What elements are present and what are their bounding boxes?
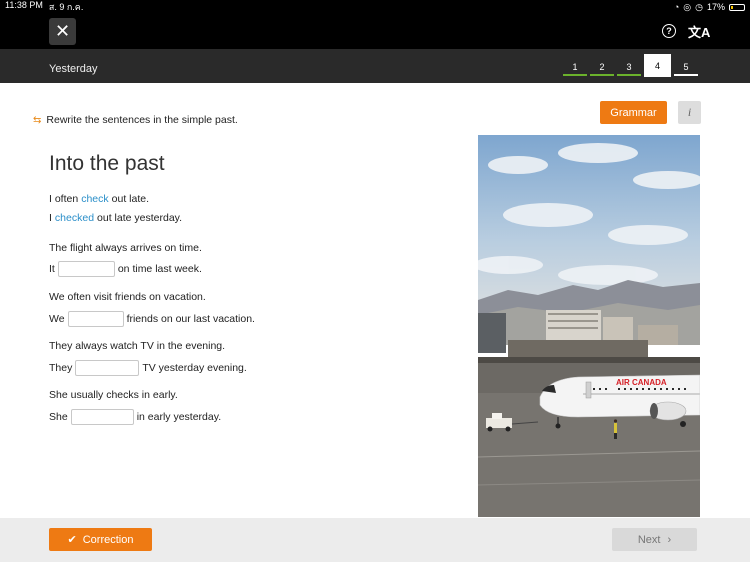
step-3[interactable]: 3 — [617, 60, 641, 76]
instruction: ⇆ Rewrite the sentences in the simple pa… — [33, 114, 238, 126]
battery-percent: 17% — [706, 2, 725, 12]
close-button[interactable]: ✕ — [49, 18, 76, 45]
step-5[interactable]: 5 — [674, 60, 698, 76]
item-2-answer: We friends on our last vacation. — [49, 311, 255, 327]
item-4-input[interactable] — [70, 409, 134, 425]
item-2-prompt: We often visit friends on vacation. — [49, 291, 206, 303]
correction-button[interactable]: ✔ Correction — [49, 528, 152, 551]
battery-level — [731, 5, 733, 9]
item-1-before: It — [49, 263, 55, 275]
example-answer: I checked out late yesterday. — [49, 212, 182, 224]
item-4-answer: She in early yesterday. — [49, 409, 221, 425]
example-answer-end: out late yesterday. — [97, 212, 183, 224]
wifi-icon: ◔ — [673, 2, 680, 12]
example-answer-word: checked — [54, 212, 95, 224]
example-prompt-start: I often — [49, 193, 79, 205]
correction-label: Correction — [82, 533, 134, 546]
translate-icon[interactable]: 文A — [688, 22, 710, 41]
footer-bar: ✔ Correction Next › — [0, 518, 750, 562]
lesson-bar: Yesterday 1 2 3 4 5 — [0, 49, 750, 83]
help-icon[interactable]: ? — [662, 24, 676, 38]
exercise-title: Into the past — [49, 152, 165, 175]
item-4-before: She — [49, 411, 68, 423]
item-1-prompt: The flight always arrives on time. — [49, 242, 202, 254]
rewrite-arrows-icon: ⇆ — [33, 114, 42, 126]
step-1[interactable]: 1 — [563, 60, 587, 76]
step-navigator: 1 2 3 4 5 — [563, 54, 698, 77]
status-date: ส. 9 ก.ค. — [48, 2, 84, 12]
checkmark-icon: ✔ — [67, 534, 77, 546]
item-3-prompt: They always watch TV in the evening. — [49, 340, 226, 352]
item-2-after: friends on our last vacation. — [126, 313, 255, 325]
item-3-before: They — [49, 362, 73, 374]
example-prompt: I often check out late. — [49, 193, 149, 205]
plane-livery: AIR CANADA — [616, 378, 667, 387]
item-4-prompt: She usually checks in early. — [49, 389, 178, 401]
example-prompt-end: out late. — [111, 193, 150, 205]
status-bar: 11:38 PM ส. 9 ก.ค. ◔ ◎ ◷ 17% — [0, 0, 750, 14]
step-4[interactable]: 4 — [644, 54, 671, 77]
example-prompt-word: check — [81, 193, 109, 205]
app-bar: ✕ ? 文A — [0, 14, 750, 49]
example-answer-start: I — [49, 212, 52, 224]
chevron-right-icon: › — [667, 533, 672, 546]
next-label: Next — [637, 533, 661, 546]
item-3-answer: They TV yesterday evening. — [49, 360, 247, 376]
item-4-after: in early yesterday. — [136, 411, 222, 423]
instruction-text: Rewrite the sentences in the simple past… — [46, 114, 238, 126]
lock-rotation-icon: ◎ — [683, 1, 692, 12]
item-3-after: TV yesterday evening. — [142, 362, 247, 374]
next-button[interactable]: Next › — [612, 528, 697, 551]
status-time: 11:38 PM — [5, 0, 43, 10]
battery-icon — [729, 3, 745, 11]
close-icon: ✕ — [54, 21, 71, 41]
alarm-icon: ◷ — [695, 1, 703, 12]
item-1-input[interactable] — [57, 261, 115, 277]
step-2[interactable]: 2 — [590, 60, 614, 76]
item-3-input[interactable] — [75, 360, 140, 376]
info-button[interactable]: i — [678, 101, 701, 124]
airport-photo: AIR CANADA — [478, 135, 700, 517]
grammar-button[interactable]: Grammar — [600, 101, 667, 124]
item-1-after: on time last week. — [117, 263, 202, 275]
airport-illustration: AIR CANADA — [478, 135, 700, 517]
item-1-answer: It on time last week. — [49, 261, 202, 277]
item-2-before: We — [49, 313, 65, 325]
item-2-input[interactable] — [67, 311, 124, 327]
lesson-title: Yesterday — [49, 63, 98, 75]
